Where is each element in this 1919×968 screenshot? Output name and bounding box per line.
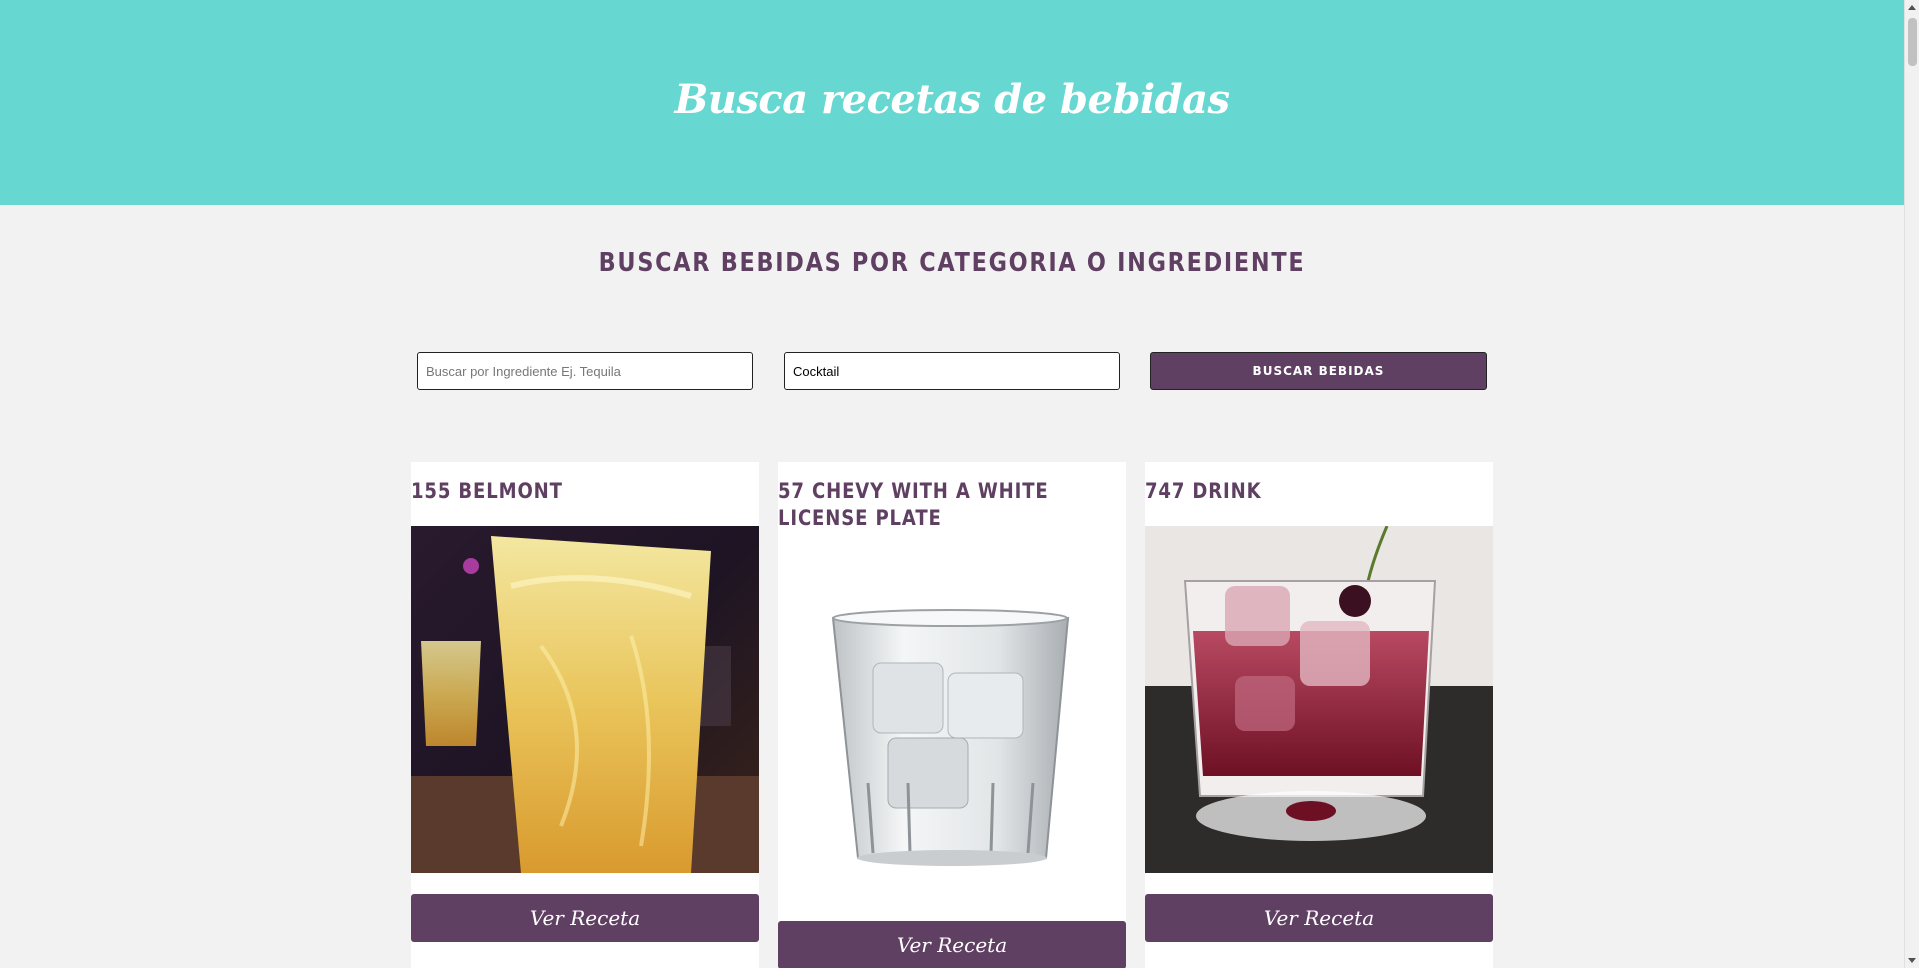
site-title: Busca recetas de bebidas	[674, 76, 1230, 123]
search-drinks-button[interactable]: Buscar Bebidas	[1150, 352, 1487, 390]
vertical-scrollbar[interactable]	[1904, 0, 1919, 968]
ingredient-search-input[interactable]	[417, 352, 753, 390]
category-input[interactable]	[784, 352, 1120, 390]
search-heading: Buscar bebidas por categoria o ingredien…	[598, 248, 1306, 278]
drink-image	[411, 526, 759, 873]
drink-card: 155 Belmont	[411, 462, 759, 968]
view-recipe-button[interactable]: Ver Receta	[411, 894, 759, 942]
scroll-down-icon[interactable]	[1908, 958, 1916, 963]
view-recipe-button[interactable]: Ver Receta	[1145, 894, 1493, 942]
page: Busca recetas de bebidas Buscar bebidas …	[0, 0, 1904, 968]
drink-card: 747 Drink	[1145, 462, 1493, 968]
orange-cocktail-photo-icon	[411, 526, 759, 873]
drink-card: 57 Chevy with a White License Plate	[778, 462, 1126, 968]
drink-image	[778, 553, 1126, 900]
site-header: Busca recetas de bebidas	[0, 0, 1904, 205]
view-recipe-button[interactable]: Ver Receta	[778, 921, 1126, 968]
drink-name: 155 Belmont	[411, 479, 563, 503]
clear-rocks-glass-photo-icon	[778, 553, 1126, 900]
drink-name: 57 Chevy with a White License Plate	[778, 479, 1049, 530]
red-cocktail-with-cherry-photo-icon	[1145, 526, 1493, 873]
scroll-thumb[interactable]	[1908, 18, 1917, 66]
drink-image	[1145, 526, 1493, 873]
scroll-up-icon[interactable]	[1908, 5, 1916, 10]
drink-name: 747 Drink	[1145, 479, 1262, 503]
